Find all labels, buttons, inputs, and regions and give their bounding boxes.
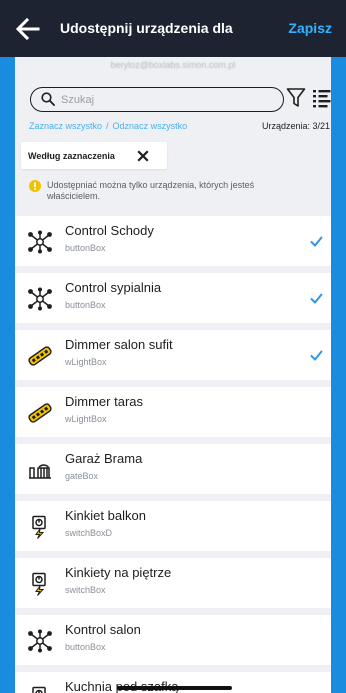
save-button[interactable]: Zapisz [288,20,332,36]
device-name: Control Schody [65,223,154,238]
filter-icon[interactable] [286,87,306,109]
device-row[interactable]: Garaż Brama gateBox [15,444,331,494]
left-accent-bar [0,76,15,693]
device-row[interactable]: Kinkiet balkon switchBoxD [15,501,331,551]
device-name: Control sypialnia [65,280,162,295]
info-message: Udostępniać można tylko urządzenia, któr… [47,180,255,201]
account-email: beryloz@boxlabs.simon.com.pl [110,60,236,70]
device-row[interactable]: Control Schody buttonBox [15,216,331,266]
checkmark-icon [310,234,323,247]
led-strip-icon [27,401,53,425]
warning-icon [29,180,41,192]
switch-box-icon [27,686,53,693]
device-type: buttonBox [65,300,106,310]
search-input[interactable] [61,91,261,108]
device-name: Dimmer salon sufit [65,337,173,352]
device-name: Kontrol salon [65,622,141,637]
device-row[interactable]: Kontrol salon buttonBox [15,615,331,665]
close-icon[interactable] [137,150,149,162]
button-box-icon [27,629,53,653]
device-row[interactable]: Control sypialnia buttonBox [15,273,331,323]
device-type: switchBox [65,585,106,595]
device-row[interactable]: Kinkiety na piętrze switchBox [15,558,331,608]
button-box-icon [27,230,53,254]
device-name: Garaż Brama [65,451,143,466]
device-type: buttonBox [65,243,106,253]
device-name: Dimmer taras [65,394,144,409]
selection-links: Zaznacz wszystko / Odznacz wszystko [29,121,187,131]
right-accent-bar [331,76,346,693]
deselect-all-link[interactable]: Odznacz wszystko [113,121,188,131]
checkmark-icon [310,348,323,361]
device-name: Kinkiet balkon [65,508,146,523]
button-box-icon [27,287,53,311]
device-type: switchBoxD [65,528,113,538]
device-name: Kinkiety na piętrze [65,565,172,580]
gate-icon [27,458,53,482]
back-arrow-icon[interactable] [14,17,40,41]
device-type: gateBox [65,471,99,481]
device-row[interactable]: Dimmer taras wLightBox [15,387,331,437]
device-type: buttonBox [65,642,106,652]
link-separator: / [106,121,109,131]
device-count: Urządzenia: 3/21 [261,121,330,131]
page-title: Udostępnij urządzenia dla [60,20,233,36]
sort-list-icon[interactable] [312,88,332,108]
select-all-link[interactable]: Zaznacz wszystko [29,121,102,131]
search-box[interactable] [30,87,284,112]
device-type: wLightBox [65,414,107,424]
switch-box-icon [27,515,53,539]
device-row[interactable]: Dimmer salon sufit wLightBox [15,330,331,380]
home-indicator [117,686,232,690]
led-strip-icon [27,344,53,368]
sort-chip[interactable]: Według zaznaczenia [21,142,167,169]
device-type: wLightBox [65,357,107,367]
top-bar: Udostępnij urządzenia dla Zapisz [0,0,346,57]
switch-box-icon [27,572,53,596]
search-icon [41,92,55,106]
checkmark-icon [310,291,323,304]
account-banner: beryloz@boxlabs.simon.com.pl [0,57,346,76]
sort-chip-label: Według zaznaczenia [28,151,115,161]
